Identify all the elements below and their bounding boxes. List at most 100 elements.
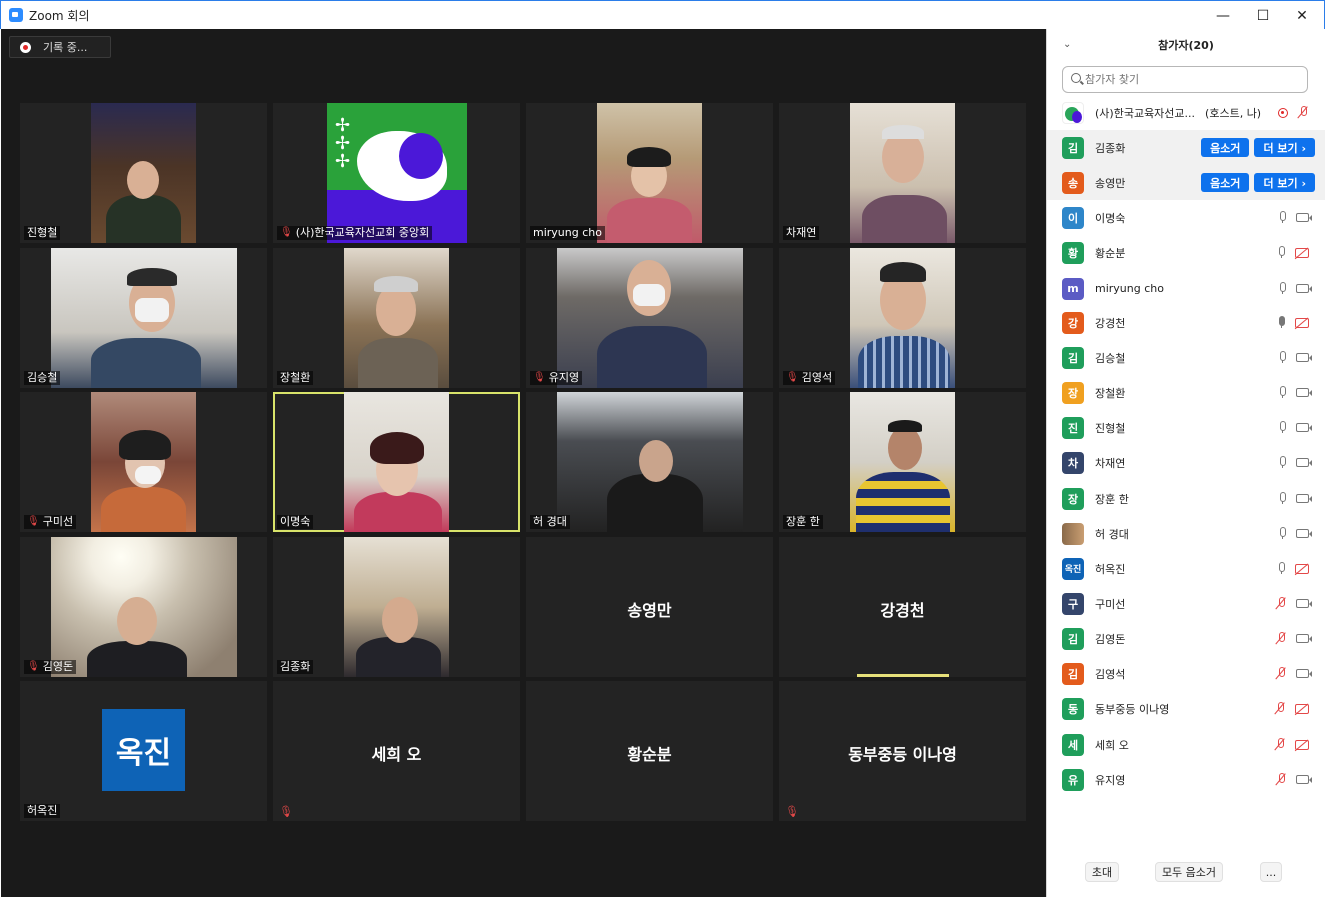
participant-row[interactable]: 옥진 허옥진 (1047, 551, 1325, 586)
participant-row[interactable]: 김 김종화 음소거 더 보기 › (1047, 130, 1325, 165)
mute-all-button[interactable]: 모두 음소거 (1155, 862, 1223, 882)
video-tile[interactable]: 허 경대 (526, 392, 773, 532)
camera-icon[interactable] (1296, 599, 1312, 608)
mic-icon[interactable] (1276, 246, 1286, 259)
video-tile-no-video[interactable]: 세희 오 🎙 (273, 681, 520, 821)
muted-mic-icon: 🎙 (280, 227, 293, 238)
mic-icon[interactable] (1277, 527, 1287, 540)
participant-row[interactable]: 김 김영돈 (1047, 621, 1325, 656)
participant-row[interactable]: 세 세희 오 (1047, 727, 1325, 762)
camera-off-icon[interactable] (1295, 703, 1309, 714)
mic-muted-icon[interactable] (1297, 106, 1309, 119)
camera-off-icon[interactable] (1295, 247, 1309, 258)
participant-avatar: 이 (1062, 206, 1084, 229)
camera-icon[interactable] (1296, 529, 1312, 538)
camera-icon[interactable] (1296, 634, 1312, 643)
video-tile-no-video[interactable]: 옥진 허옥진 (20, 681, 267, 821)
invite-button[interactable]: 초대 (1085, 862, 1119, 882)
participant-avatar: 옥진 (1062, 557, 1084, 580)
video-tile[interactable]: 🎙 구미선 (20, 392, 267, 532)
camera-icon[interactable] (1296, 353, 1312, 362)
participant-avatar: 강 (1062, 311, 1084, 334)
more-button[interactable]: 더 보기 › (1254, 173, 1315, 192)
recording-indicator[interactable]: 기록 중... (9, 36, 111, 58)
minimize-button[interactable]: — (1203, 1, 1243, 30)
participant-video (850, 392, 955, 532)
participant-avatar: 동 (1062, 697, 1084, 720)
video-tile-no-video[interactable]: 황순분 (526, 681, 773, 821)
participant-row[interactable]: 동 동부중등 이나영 (1047, 691, 1325, 726)
video-tile[interactable]: 김승철 (20, 248, 267, 388)
participant-row[interactable]: m miryung cho (1047, 271, 1325, 306)
camera-icon[interactable] (1296, 213, 1312, 222)
camera-icon[interactable] (1296, 458, 1312, 467)
participant-row[interactable]: 유 유지영 (1047, 762, 1325, 797)
mic-muted-icon[interactable] (1274, 738, 1286, 751)
participant-row[interactable]: 강 강경천 (1047, 305, 1325, 340)
camera-off-icon[interactable] (1295, 563, 1309, 574)
camera-icon[interactable] (1296, 775, 1312, 784)
video-tile-no-video[interactable]: 송영만 (526, 537, 773, 677)
participant-row[interactable]: 장 장철환 (1047, 375, 1325, 410)
participant-avatar: 유 (1062, 768, 1084, 791)
tile-name-label: 🎙 (사)한국교육자선교회 중앙회 (277, 226, 433, 240)
participant-row[interactable]: 송 송영만 음소거 더 보기 › (1047, 165, 1325, 200)
mic-active-icon[interactable] (1276, 316, 1286, 329)
video-tile[interactable]: 장철환 (273, 248, 520, 388)
participant-video (51, 248, 237, 388)
tile-name-label: miryung cho (530, 226, 605, 240)
participant-row[interactable]: 황 황순분 (1047, 235, 1325, 270)
participant-row[interactable]: 차 차재연 (1047, 445, 1325, 480)
camera-off-icon[interactable] (1295, 739, 1309, 750)
participant-row[interactable]: 김 김영석 (1047, 656, 1325, 691)
camera-icon[interactable] (1296, 423, 1312, 432)
camera-off-icon[interactable] (1295, 317, 1309, 328)
mute-button[interactable]: 음소거 (1201, 173, 1250, 192)
participant-search-input[interactable] (1062, 66, 1308, 93)
tile-name-label: 이명숙 (277, 515, 314, 529)
participant-name-center: 황순분 (627, 745, 672, 764)
mic-muted-icon[interactable] (1275, 632, 1287, 645)
participant-row[interactable]: 허 경대 (1047, 516, 1325, 551)
participant-row[interactable]: 구 구미선 (1047, 586, 1325, 621)
mic-muted-icon[interactable] (1274, 702, 1286, 715)
video-tile-no-video[interactable]: 강경천 (779, 537, 1026, 677)
maximize-button[interactable]: ☐ (1243, 1, 1283, 30)
mic-icon[interactable] (1277, 386, 1287, 399)
mic-icon[interactable] (1277, 351, 1287, 364)
video-tile[interactable]: 차재연 (779, 103, 1026, 243)
mute-button[interactable]: 음소거 (1201, 138, 1250, 157)
mic-icon[interactable] (1277, 492, 1287, 505)
camera-icon[interactable] (1296, 388, 1312, 397)
video-tile[interactable]: 진형철 (20, 103, 267, 243)
participant-row[interactable]: 김 김승철 (1047, 340, 1325, 375)
mic-muted-icon[interactable] (1275, 597, 1287, 610)
video-tile[interactable]: 🎙 김영석 (779, 248, 1026, 388)
mic-icon[interactable] (1277, 421, 1287, 434)
mic-icon[interactable] (1276, 562, 1286, 575)
video-tile[interactable]: 김종화 (273, 537, 520, 677)
video-tile[interactable]: 🎙 김영돈 (20, 537, 267, 677)
mic-icon[interactable] (1277, 282, 1287, 295)
mic-muted-icon[interactable] (1275, 667, 1287, 680)
video-tile[interactable]: ✢ ✢ ✢ 🎙 (사)한국교육자선교회 중앙회 (273, 103, 520, 243)
mic-icon[interactable] (1277, 456, 1287, 469)
participant-row[interactable]: 진 진형철 (1047, 410, 1325, 445)
video-tile-active-speaker[interactable]: 이명숙 (273, 392, 520, 532)
video-tile[interactable]: 장훈 한 (779, 392, 1026, 532)
mic-muted-icon[interactable] (1275, 773, 1287, 786)
close-button[interactable]: ✕ (1282, 1, 1322, 30)
more-button[interactable]: 더 보기 › (1254, 138, 1315, 157)
video-tile[interactable]: miryung cho (526, 103, 773, 243)
camera-icon[interactable] (1296, 494, 1312, 503)
participant-name-center: 동부중등 이나영 (848, 745, 957, 764)
camera-icon[interactable] (1296, 669, 1312, 678)
participant-row[interactable]: 장 장훈 한 (1047, 481, 1325, 516)
video-tile[interactable]: 🎙 유지영 (526, 248, 773, 388)
participant-row[interactable]: (사)한국교육자선교... (호스트, 나) (1047, 95, 1325, 130)
more-options-button[interactable]: ... (1260, 862, 1282, 882)
camera-icon[interactable] (1296, 284, 1312, 293)
mic-icon[interactable] (1277, 211, 1287, 224)
participant-row[interactable]: 이 이명숙 (1047, 200, 1325, 235)
video-tile-no-video[interactable]: 동부중등 이나영 🎙 (779, 681, 1026, 821)
